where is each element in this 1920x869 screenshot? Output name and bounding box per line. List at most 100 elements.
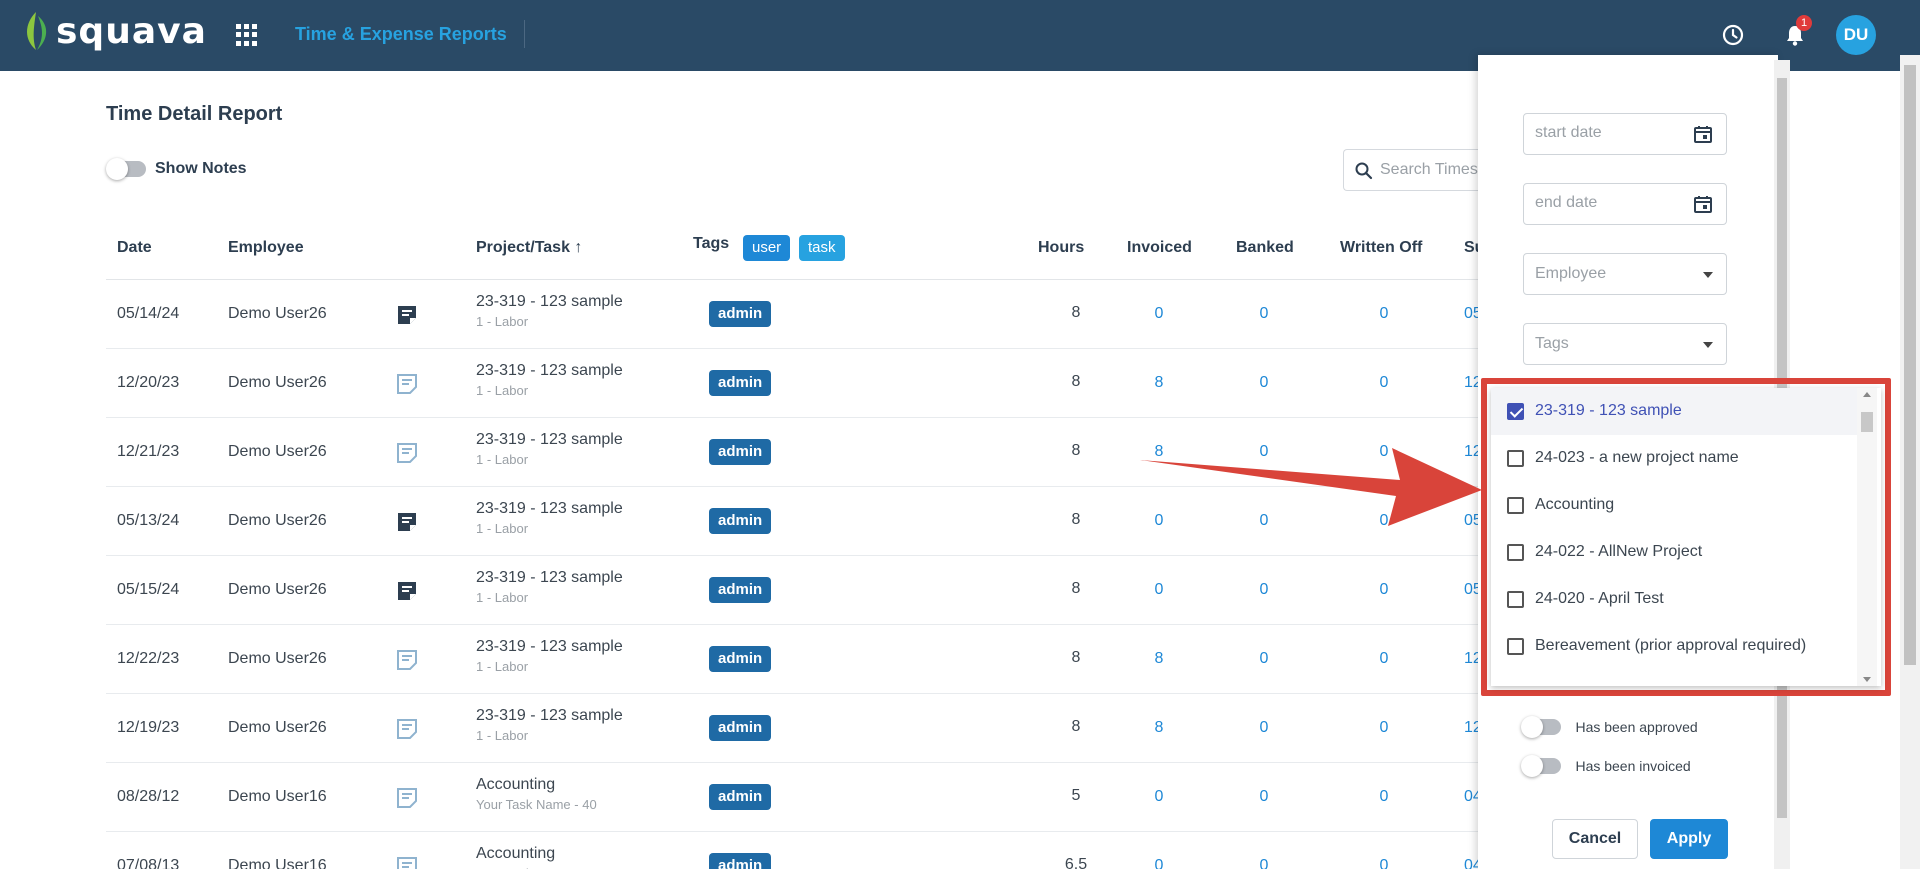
tag-filter-user[interactable]: user xyxy=(743,235,791,261)
start-date-field[interactable] xyxy=(1523,113,1727,155)
scroll-down-icon[interactable] xyxy=(1863,677,1871,682)
checkbox[interactable] xyxy=(1507,544,1524,561)
project-option[interactable]: Accounting xyxy=(1491,482,1857,529)
note-icon[interactable] xyxy=(396,856,418,869)
row-banked-link[interactable]: 0 xyxy=(1249,650,1279,668)
table-row[interactable]: 12/22/23 Demo User26 23-319 - 123 sample 1 … xyxy=(106,625,1486,694)
row-banked-link[interactable]: 0 xyxy=(1249,374,1279,392)
dropdown-scrollbar[interactable] xyxy=(1857,388,1877,686)
row-tag-badge: admin xyxy=(709,301,772,327)
app-grid-icon[interactable] xyxy=(236,24,258,46)
row-invoiced-link[interactable]: 0 xyxy=(1144,581,1174,599)
show-notes-toggle[interactable] xyxy=(106,158,146,180)
row-written-off-link[interactable]: 0 xyxy=(1369,650,1399,668)
row-tag-badge: admin xyxy=(709,853,772,869)
column-header-project-task[interactable]: Project/Task ↑ xyxy=(476,239,582,257)
row-banked-link[interactable]: 0 xyxy=(1249,857,1279,869)
row-invoiced-link[interactable]: 0 xyxy=(1144,857,1174,869)
note-icon[interactable] xyxy=(396,649,418,671)
column-header-employee[interactable]: Employee xyxy=(228,239,304,257)
note-icon[interactable] xyxy=(396,373,418,395)
invoiced-switch-row[interactable]: Has been invoiced xyxy=(1521,754,1691,777)
note-icon[interactable] xyxy=(396,787,418,809)
row-project-name: 23-319 - 123 sample xyxy=(476,569,623,586)
app-title[interactable]: Time & Expense Reports xyxy=(295,24,507,45)
table-row[interactable]: 07/08/13 Demo User16 AccountingYour Task N… xyxy=(106,832,1486,869)
red-arrow-annotation xyxy=(1140,448,1482,526)
row-task-name: 1 - Labor xyxy=(476,314,529,329)
note-icon[interactable] xyxy=(396,718,418,740)
project-option[interactable]: Bereavement (prior approval required) xyxy=(1491,623,1857,670)
row-banked-link[interactable]: 0 xyxy=(1249,305,1279,323)
row-written-off-link[interactable]: 0 xyxy=(1369,788,1399,806)
employee-select[interactable]: Employee xyxy=(1523,253,1727,295)
project-option[interactable]: 23-319 - 123 sample xyxy=(1491,388,1857,435)
checkbox[interactable] xyxy=(1507,450,1524,467)
project-option-label: 24-023 - a new project name xyxy=(1535,449,1739,466)
table-row[interactable]: 05/15/24 Demo User26 23-319 - 123 sample 1 … xyxy=(106,556,1486,625)
column-header-hours[interactable]: Hours xyxy=(1038,239,1084,257)
row-written-off-link[interactable]: 0 xyxy=(1369,719,1399,737)
row-date: 12/22/23 xyxy=(117,650,180,667)
approved-switch-row[interactable]: Has been approved xyxy=(1521,715,1698,738)
row-banked-link[interactable]: 0 xyxy=(1249,788,1279,806)
search-times-box[interactable] xyxy=(1343,149,1483,191)
row-written-off-link[interactable]: 0 xyxy=(1369,305,1399,323)
note-icon[interactable] xyxy=(396,580,418,602)
row-written-off-link[interactable]: 0 xyxy=(1369,374,1399,392)
note-icon[interactable] xyxy=(396,304,418,326)
has-been-invoiced-toggle[interactable] xyxy=(1521,754,1561,777)
row-banked-link[interactable]: 0 xyxy=(1249,581,1279,599)
calendar-icon[interactable] xyxy=(1693,124,1713,144)
column-header-invoiced[interactable]: Invoiced xyxy=(1127,239,1192,257)
cancel-button[interactable]: Cancel xyxy=(1552,819,1638,859)
row-invoiced-link[interactable]: 8 xyxy=(1144,374,1174,392)
row-tag-badge: admin xyxy=(709,439,772,465)
end-date-field[interactable] xyxy=(1523,183,1727,225)
column-header-written-off[interactable]: Written Off xyxy=(1340,239,1422,257)
note-icon[interactable] xyxy=(396,511,418,533)
page-scrollbar[interactable] xyxy=(1900,55,1920,869)
tags-select[interactable]: Tags xyxy=(1523,323,1727,365)
has-been-approved-toggle[interactable] xyxy=(1521,715,1561,738)
row-written-off-link[interactable]: 0 xyxy=(1369,857,1399,869)
table-row[interactable]: 12/20/23 Demo User26 23-319 - 123 sample 1 … xyxy=(106,349,1486,418)
start-date-input[interactable] xyxy=(1535,124,1685,142)
row-invoiced-link[interactable]: 8 xyxy=(1144,719,1174,737)
apply-button[interactable]: Apply xyxy=(1650,819,1728,859)
calendar-icon[interactable] xyxy=(1693,194,1713,214)
project-option[interactable]: 24-023 - a new project name xyxy=(1491,435,1857,482)
row-banked-link[interactable]: 0 xyxy=(1249,719,1279,737)
squava-logo[interactable]: squava xyxy=(22,10,207,52)
checkbox[interactable] xyxy=(1507,638,1524,655)
user-avatar[interactable]: DU xyxy=(1836,15,1876,55)
checkbox[interactable] xyxy=(1507,591,1524,608)
note-icon[interactable] xyxy=(396,442,418,464)
tag-filter-task[interactable]: task xyxy=(799,235,845,261)
checkbox[interactable] xyxy=(1507,403,1524,420)
search-icon xyxy=(1355,162,1373,180)
checkbox[interactable] xyxy=(1507,497,1524,514)
row-invoiced-link[interactable]: 0 xyxy=(1144,788,1174,806)
scroll-up-icon[interactable] xyxy=(1863,392,1871,397)
row-tag-badge: admin xyxy=(709,370,772,396)
column-header-date[interactable]: Date xyxy=(117,239,152,257)
table-row[interactable]: 08/28/12 Demo User16 Accounting Your Task N… xyxy=(106,763,1486,832)
row-hours: 8 xyxy=(1071,373,1081,390)
project-option[interactable]: 24-022 - AllNew Project xyxy=(1491,529,1857,576)
clock-icon[interactable] xyxy=(1720,22,1746,48)
row-invoiced-link[interactable]: 8 xyxy=(1144,650,1174,668)
project-dropdown-list[interactable]: 23-319 - 123 sample 24-023 - a new projec… xyxy=(1491,388,1881,686)
search-input[interactable] xyxy=(1380,158,1480,182)
scroll-thumb[interactable] xyxy=(1861,412,1873,432)
column-header-banked[interactable]: Banked xyxy=(1236,239,1294,257)
row-tag-badge: admin xyxy=(709,577,772,603)
row-invoiced-link[interactable]: 0 xyxy=(1144,305,1174,323)
row-written-off-link[interactable]: 0 xyxy=(1369,581,1399,599)
table-row[interactable]: 05/14/24 Demo User26 23-319 - 123 sample 1 … xyxy=(106,280,1486,349)
row-task-name: Your Task Name - 40 xyxy=(476,797,597,812)
table-row[interactable]: 12/19/23 Demo User26 23-319 - 123 sample 1 … xyxy=(106,694,1486,763)
row-hours: 8 xyxy=(1071,511,1081,528)
project-option[interactable]: 24-020 - April Test xyxy=(1491,576,1857,623)
end-date-input[interactable] xyxy=(1535,194,1685,212)
